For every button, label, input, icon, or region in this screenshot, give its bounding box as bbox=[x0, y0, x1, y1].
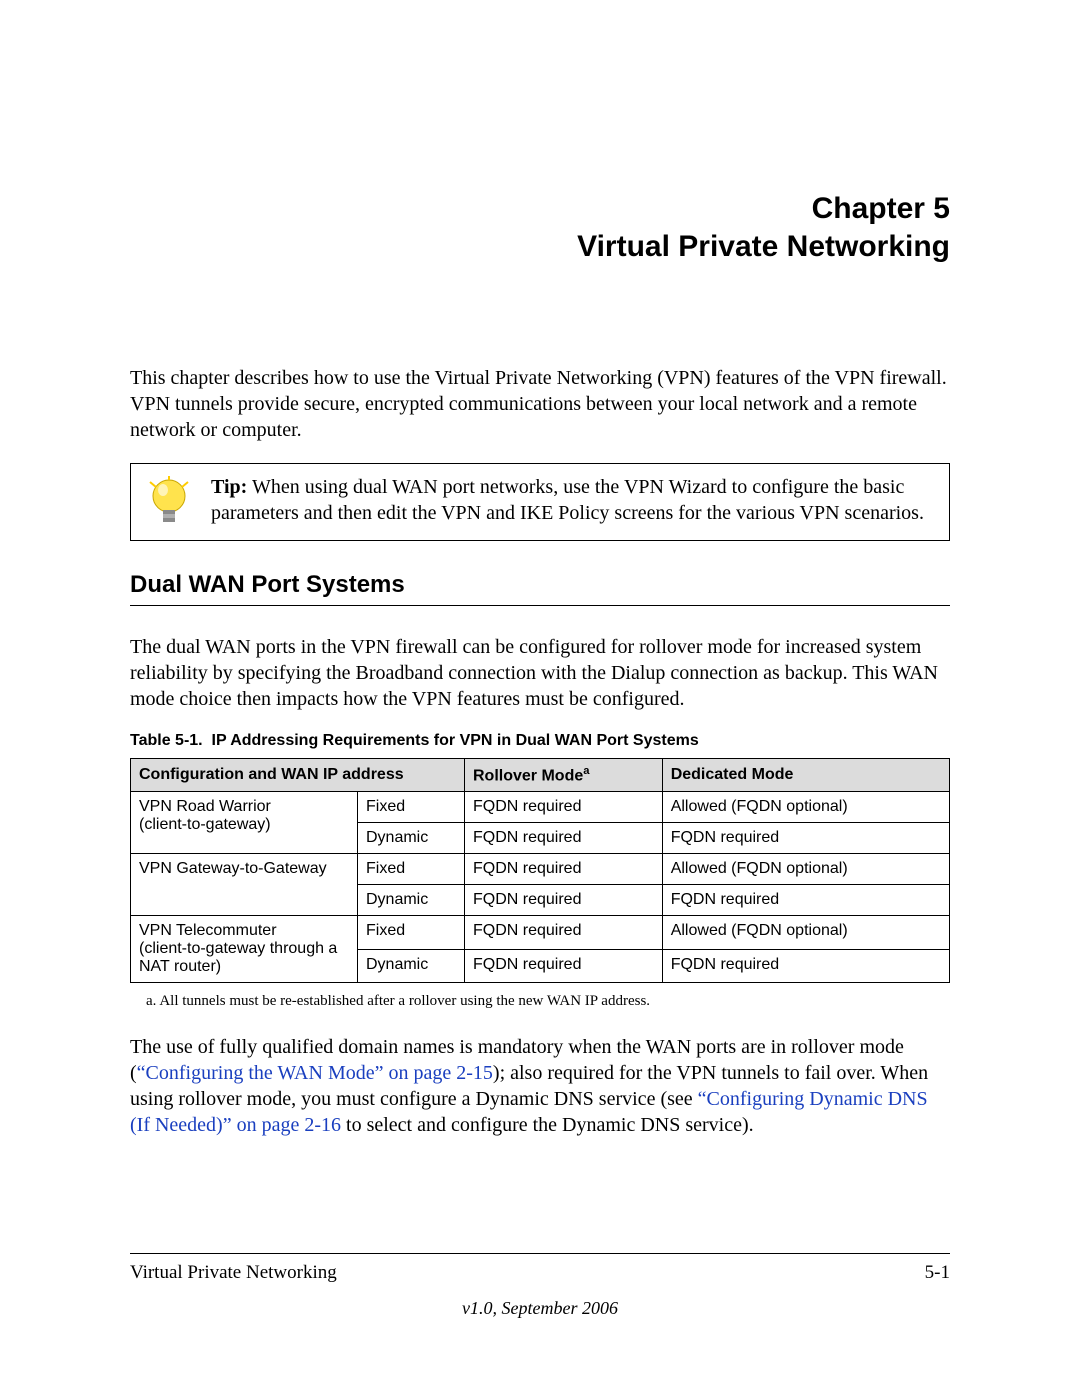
section-heading: Dual WAN Port Systems bbox=[130, 571, 950, 599]
footer-rule bbox=[130, 1253, 950, 1254]
group-sublabel: (client-to-gateway through a NAT router) bbox=[139, 940, 337, 975]
tip-label: Tip: bbox=[211, 476, 247, 498]
closing-paragraph: The use of fully qualified domain names … bbox=[130, 1034, 950, 1138]
group-label: VPN Road Warrior bbox=[139, 798, 271, 815]
cell-rollover: FQDN required bbox=[465, 949, 663, 983]
section-paragraph: The dual WAN ports in the VPN firewall c… bbox=[130, 634, 950, 712]
cell-dedicated: FQDN required bbox=[662, 823, 949, 854]
intro-paragraph: This chapter describes how to use the Vi… bbox=[130, 365, 950, 443]
cell-rollover: FQDN required bbox=[465, 885, 663, 916]
table-row: VPN Gateway-to-Gateway Fixed FQDN requir… bbox=[131, 854, 950, 885]
cell-iptype: Fixed bbox=[358, 916, 465, 950]
group-sublabel: (client-to-gateway) bbox=[139, 816, 271, 833]
cell-rollover: FQDN required bbox=[465, 916, 663, 950]
table-row: VPN Telecommuter (client-to-gateway thro… bbox=[131, 916, 950, 950]
table-row: VPN Road Warrior (client-to-gateway) Fix… bbox=[131, 792, 950, 823]
chapter-number: Chapter 5 bbox=[812, 192, 950, 225]
footer-version: v1.0, September 2006 bbox=[130, 1298, 950, 1319]
cell-iptype: Dynamic bbox=[358, 885, 465, 916]
footer-left: Virtual Private Networking bbox=[130, 1262, 337, 1284]
requirements-table: Configuration and WAN IP address Rollove… bbox=[130, 758, 950, 983]
cell-iptype: Dynamic bbox=[358, 823, 465, 854]
cell-dedicated: FQDN required bbox=[662, 949, 949, 983]
section-rule bbox=[130, 605, 950, 606]
col-config: Configuration and WAN IP address bbox=[131, 759, 465, 792]
tip-text: Tip: When using dual WAN port networks, … bbox=[211, 474, 935, 526]
group-label: VPN Telecommuter bbox=[139, 922, 277, 939]
cell-dedicated: Allowed (FQDN optional) bbox=[662, 792, 949, 823]
tip-callout: Tip: When using dual WAN port networks, … bbox=[130, 463, 950, 541]
group-label: VPN Gateway-to-Gateway bbox=[139, 860, 327, 877]
table-caption-text: IP Addressing Requirements for VPN in Du… bbox=[212, 732, 699, 749]
col-rollover: Rollover Modea bbox=[465, 759, 663, 792]
table-footnote: a. All tunnels must be re-established af… bbox=[146, 993, 950, 1010]
lightbulb-icon bbox=[145, 474, 193, 530]
cell-iptype: Dynamic bbox=[358, 949, 465, 983]
cell-rollover: FQDN required bbox=[465, 854, 663, 885]
cell-dedicated: Allowed (FQDN optional) bbox=[662, 916, 949, 950]
xref-link[interactable]: “Configuring the WAN Mode” on page 2-15 bbox=[137, 1062, 493, 1084]
chapter-name: Virtual Private Networking bbox=[577, 230, 950, 263]
cell-dedicated: Allowed (FQDN optional) bbox=[662, 854, 949, 885]
chapter-title: Chapter 5 Virtual Private Networking bbox=[130, 190, 950, 265]
cell-rollover: FQDN required bbox=[465, 792, 663, 823]
cell-iptype: Fixed bbox=[358, 854, 465, 885]
footer-right: 5-1 bbox=[925, 1262, 950, 1284]
col-dedicated: Dedicated Mode bbox=[662, 759, 949, 792]
table-caption: Table 5-1. IP Addressing Requirements fo… bbox=[130, 732, 950, 750]
cell-iptype: Fixed bbox=[358, 792, 465, 823]
cell-rollover: FQDN required bbox=[465, 823, 663, 854]
tip-body: When using dual WAN port networks, use t… bbox=[211, 476, 924, 524]
page-footer: Virtual Private Networking 5-1 v1.0, Sep… bbox=[130, 1253, 950, 1319]
cell-dedicated: FQDN required bbox=[662, 885, 949, 916]
table-caption-prefix: Table 5-1. bbox=[130, 732, 203, 749]
